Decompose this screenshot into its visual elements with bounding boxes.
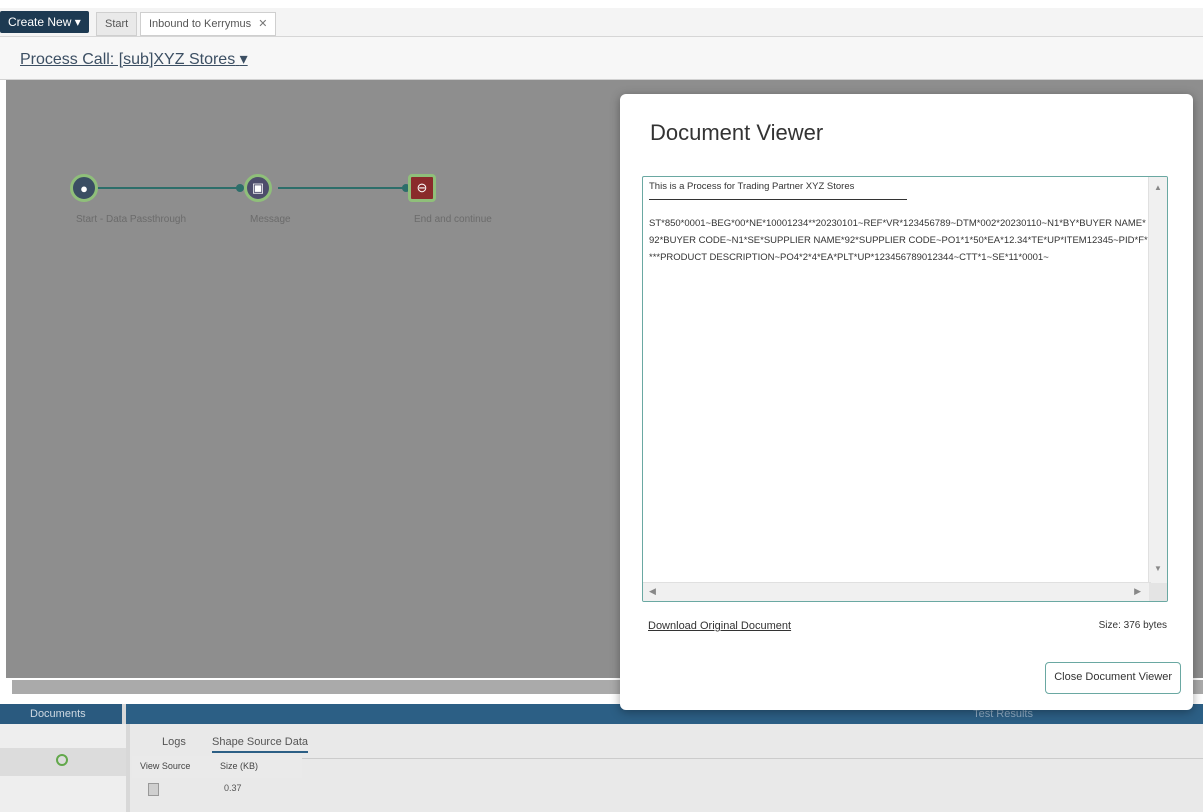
chevron-down-icon: ▾ [239,51,248,68]
documents-column [0,724,130,812]
message-icon: ▣ [251,180,265,195]
tab-start-label: Start [105,18,129,30]
tab-logs[interactable]: Logs [162,736,186,748]
tab-start[interactable]: Start [96,12,138,36]
document-content-area[interactable]: This is a Process for Trading Partner XY… [642,176,1168,602]
horizontal-scrollbar[interactable]: ◀ ▶ [643,582,1151,601]
scroll-right-icon[interactable]: ▶ [1134,586,1141,597]
scroll-up-icon[interactable]: ▲ [1154,183,1162,192]
scrollbar-corner [1149,583,1167,601]
scroll-left-icon[interactable]: ◀ [649,586,656,597]
create-new-button[interactable]: Create New ▾ [0,11,89,33]
divider [649,199,907,200]
column-header-view-source: View Source [140,761,191,771]
play-icon: ● [80,180,88,196]
document-icon[interactable] [148,783,159,796]
close-icon[interactable]: ✕ [258,18,267,30]
document-description: This is a Process for Trading Partner XY… [649,181,855,192]
size-cell: 0.37 [224,783,242,793]
start-shape[interactable]: ● [70,174,98,202]
end-shape-label: End and continue [414,214,492,225]
modal-title: Document Viewer [650,120,824,145]
status-success-icon [56,754,68,766]
connector-line [278,187,406,189]
document-viewer-modal: Document Viewer This is a Process for Tr… [620,94,1193,710]
source-grid-header: View Source Size (KB) [132,756,302,778]
process-title-text: Process Call: [sub]XYZ Stores [20,51,236,68]
tab-process-label: Inbound to Kerrymus [149,18,252,30]
document-text: ST*850*0001~BEG*00*NE*10001234**20230101… [649,218,1148,263]
page-title[interactable]: Process Call: [sub]XYZ Stores ▾ [20,49,248,69]
document-row[interactable] [0,748,126,776]
table-row: 0.37 [132,778,302,800]
stop-icon: ⊖ [416,180,428,195]
top-tab-bar: Create New ▾ Start Inbound to Kerrymus ✕ [0,8,1203,37]
start-shape-label: Start - Data Passthrough [76,214,187,225]
scroll-down-icon[interactable]: ▼ [1154,564,1162,573]
message-shape-label: Message [250,214,291,225]
connector-line [94,187,240,189]
documents-header[interactable]: Documents [0,704,126,724]
message-shape[interactable]: ▣ [244,174,272,202]
end-shape[interactable]: ⊖ [408,174,436,202]
vertical-scrollbar[interactable]: ▲ ▼ [1148,177,1167,585]
process-header: Process Call: [sub]XYZ Stores ▾ [0,37,1203,80]
tab-shape-source-data[interactable]: Shape Source Data [212,736,309,753]
download-original-document-link[interactable]: Download Original Document [648,620,791,632]
document-size: Size: 376 bytes [1098,620,1167,631]
column-header-size: Size (KB) [220,761,259,771]
connector-dot [236,184,244,192]
close-document-viewer-button[interactable]: Close Document Viewer [1045,662,1181,694]
bottom-tabs: Logs Shape Source Data [132,730,1203,759]
bottom-panel: Documents Test Results Logs Shape Source… [0,704,1203,812]
tab-process[interactable]: Inbound to Kerrymus ✕ [140,12,277,36]
